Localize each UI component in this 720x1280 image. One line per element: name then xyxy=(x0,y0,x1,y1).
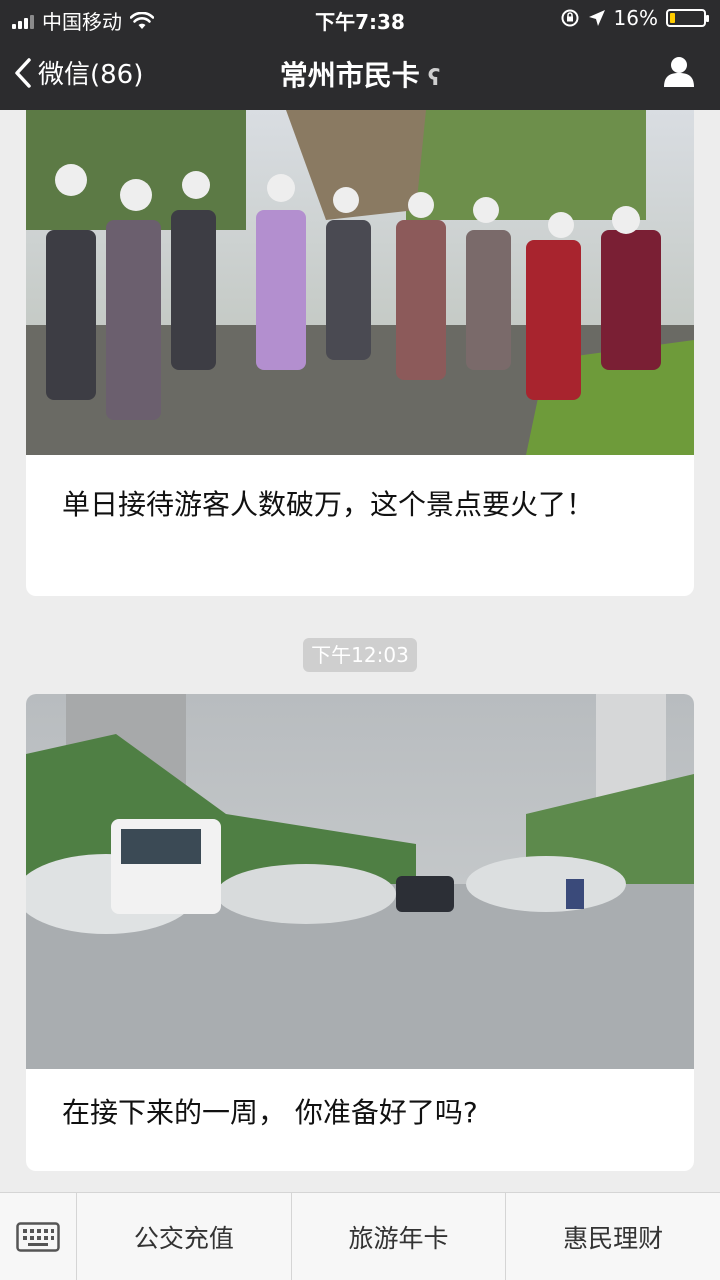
battery-percent: 16% xyxy=(613,6,658,30)
chat-menu-bar: 公交充值 旅游年卡 惠民理财 xyxy=(0,1192,720,1280)
article-caption: 在接下来的一周， 你准备好了吗? xyxy=(62,1096,478,1129)
location-icon xyxy=(588,10,605,26)
battery-fill xyxy=(670,13,675,23)
menu-item-finance[interactable]: 惠民理财 xyxy=(506,1193,720,1280)
status-bar: 中国移动 下午7:38 16% xyxy=(0,0,720,36)
menu-item-bus-recharge[interactable]: 公交充值 xyxy=(77,1193,292,1280)
chat-title-wrap: 常州市民卡 ʕ xyxy=(0,54,720,94)
battery-icon xyxy=(666,9,709,27)
keyboard-icon xyxy=(16,1221,60,1252)
profile-icon[interactable] xyxy=(662,54,696,88)
article-caption: 单日接待游客人数破万，这个景点要火了！ xyxy=(62,488,595,521)
article-card[interactable]: 在接下来的一周， 你准备好了吗? xyxy=(26,694,694,1171)
keyboard-toggle[interactable] xyxy=(0,1193,77,1280)
message-timestamp: 下午12:03 xyxy=(303,638,417,672)
chat-title: 常州市民卡 xyxy=(279,59,420,92)
navigation-bar: 微信(86) 常州市民卡 ʕ xyxy=(0,40,720,106)
top-bar: 中国移动 下午7:38 16% 微信(86) 常州市民卡 ʕ xyxy=(0,0,720,110)
crowd-of-tourists-photo xyxy=(26,110,694,455)
menu-item-travel-card[interactable]: 旅游年卡 xyxy=(292,1193,507,1280)
flooded-road-photo xyxy=(26,694,694,1069)
ear-icon: ʕ xyxy=(427,66,441,91)
article-card[interactable]: 单日接待游客人数破万，这个景点要火了！ xyxy=(26,110,694,596)
orientation-lock-icon xyxy=(561,9,579,27)
